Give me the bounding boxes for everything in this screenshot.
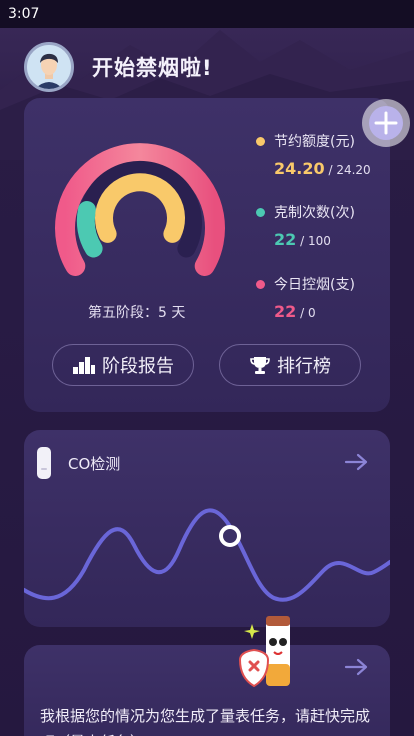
restraint-value: 22 xyxy=(274,230,297,249)
today-total: 0 xyxy=(307,306,316,320)
today-value: 22 xyxy=(274,302,297,321)
restraint-dot xyxy=(256,207,265,217)
ranking-button[interactable]: 排行榜 xyxy=(219,344,361,386)
today-label: 今日控烟(支) xyxy=(274,277,355,293)
savings-label: 节约额度(元) xyxy=(274,134,355,150)
restraint-label: 克制次数(次) xyxy=(274,205,355,221)
stage-label: 第五阶段：5 天 xyxy=(88,305,186,321)
cigarette-mascot-icon xyxy=(238,616,290,688)
co-arrow-icon[interactable] xyxy=(344,452,370,472)
restraint-total: 100 xyxy=(307,234,331,248)
co-wave-chart xyxy=(24,508,390,602)
ranking-label: 排行榜 xyxy=(277,356,331,377)
gauge-arc-inner xyxy=(95,173,185,243)
task-card[interactable]: 我根据您的情况为您生成了量表任务，请赶快完成吧（量表任务） xyxy=(24,645,390,736)
plus-icon xyxy=(369,106,403,140)
stat-today: 今日控烟(支) 22 / 0 xyxy=(256,274,355,321)
status-time: 3:07 xyxy=(8,6,40,22)
co-device-icon xyxy=(37,447,51,479)
savings-value: 24.20 xyxy=(274,159,325,178)
gauge-arc-middle xyxy=(76,201,103,258)
stage-report-label: 阶段报告 xyxy=(102,356,174,377)
co-wave-marker xyxy=(219,525,241,547)
today-dot xyxy=(256,279,265,289)
restraint-separator: / xyxy=(300,234,305,248)
bar-chart-icon xyxy=(72,355,96,375)
add-button[interactable] xyxy=(362,99,410,147)
avatar-icon xyxy=(27,45,71,89)
avatar[interactable] xyxy=(24,42,74,92)
page-title: 开始禁烟啦! xyxy=(92,56,213,80)
co-detection-card[interactable]: CO检测 xyxy=(24,430,390,627)
task-text: 我根据您的情况为您生成了量表任务，请赶快完成吧（量表任务） xyxy=(40,707,371,736)
trophy-icon xyxy=(249,355,271,375)
progress-gauge xyxy=(55,143,225,276)
stage-report-button[interactable]: 阶段报告 xyxy=(52,344,194,386)
stat-restraint: 克制次数(次) 22 / 100 xyxy=(256,202,355,249)
today-separator: / xyxy=(300,306,305,320)
co-title: CO检测 xyxy=(68,455,121,473)
stat-savings: 节约额度(元) 24.20 / 24.20 xyxy=(256,131,371,178)
savings-dot xyxy=(256,136,265,146)
status-bar: 3:07 xyxy=(0,0,414,28)
task-arrow-icon[interactable] xyxy=(344,657,370,677)
savings-total: 24.20 xyxy=(336,163,371,177)
savings-separator: / xyxy=(328,163,333,177)
progress-card: 第五阶段：5 天 节约额度(元) 24.20 / 24.20 克制次数(次) 2… xyxy=(24,98,390,412)
